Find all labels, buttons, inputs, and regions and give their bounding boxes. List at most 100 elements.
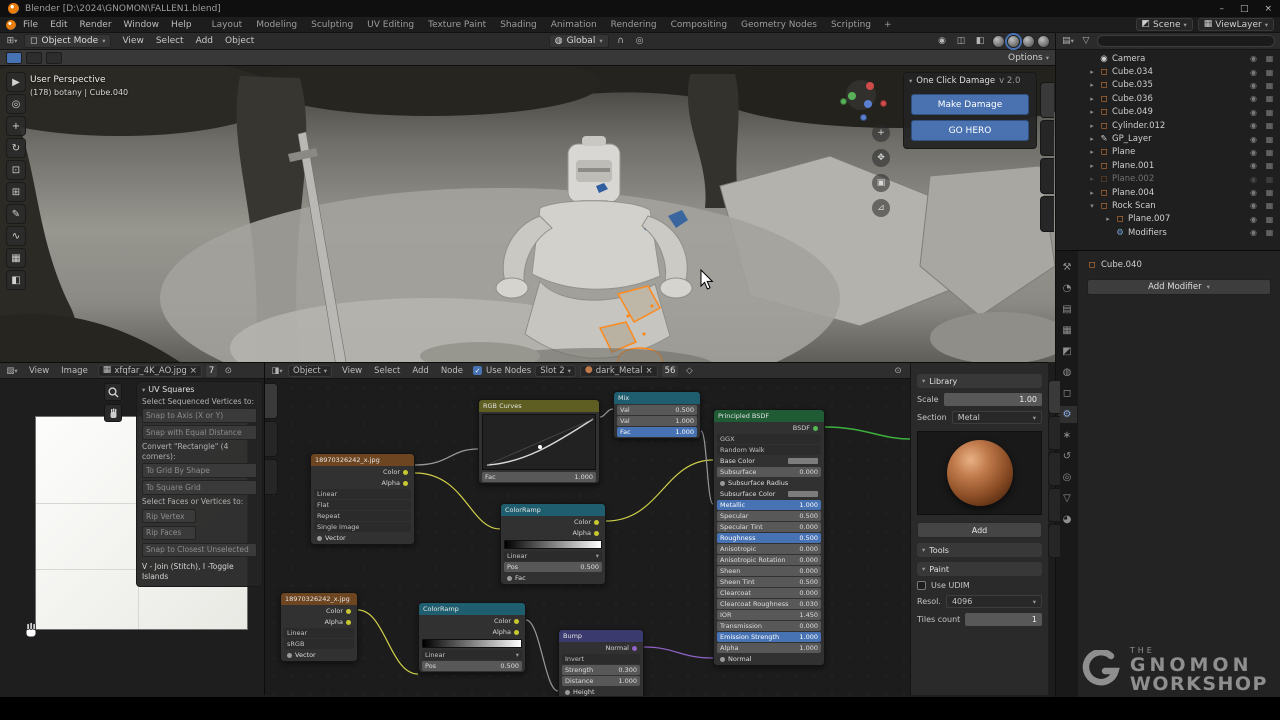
xray-icon[interactable]: ◧	[973, 36, 987, 46]
show-gizmo-icon[interactable]: ◉	[935, 36, 949, 46]
node-row[interactable]: Color	[314, 467, 411, 477]
sidebar-tab[interactable]	[1048, 488, 1060, 522]
properties-tab[interactable]: ◔	[1058, 280, 1077, 297]
node-row[interactable]: Fac	[504, 573, 602, 583]
disable-render-icon[interactable]: ▦	[1263, 54, 1276, 63]
workspace-tab[interactable]: Geometry Nodes	[734, 19, 824, 31]
panel-collapse-icon[interactable]: ▾	[142, 386, 145, 394]
properties-tab[interactable]: ⚙	[1058, 406, 1077, 423]
disable-render-icon[interactable]: ▦	[1263, 161, 1276, 170]
add-workspace-button[interactable]: +	[879, 19, 897, 31]
scale-slider[interactable]: 1.00	[944, 393, 1042, 406]
navigation-gizmo[interactable]	[846, 80, 876, 110]
mix-node[interactable]: Mix Val0.500Val1.000Fac1.000	[613, 391, 701, 439]
expand-icon[interactable]: ▸	[1088, 135, 1096, 143]
proportional-editing-icon[interactable]: ◎	[633, 36, 647, 46]
outliner-row[interactable]: ▸ ◻ Cube.049 ◉ ▦	[1084, 106, 1280, 119]
colorramp-node[interactable]: ColorRamp Color Alpha Linear▾ Pos0.500	[418, 602, 526, 673]
shader-type-selector[interactable]: Object▾	[288, 365, 332, 377]
outliner-row[interactable]: ▸ ◻ Plane.002 ◉ ▦	[1084, 173, 1280, 186]
node-row[interactable]: Sheen Tint0.500	[717, 577, 821, 587]
node-row[interactable]: Val0.500	[617, 405, 697, 415]
node-row[interactable]: Normal	[717, 654, 821, 664]
snap-magnet-icon[interactable]: ∩	[614, 36, 628, 46]
expand-icon[interactable]: ▸	[1088, 81, 1096, 89]
axis-y-icon[interactable]	[848, 92, 856, 100]
menubar-menu[interactable]: File	[17, 19, 44, 31]
expand-icon[interactable]: ▸	[1088, 175, 1096, 183]
minimize-button[interactable]: –	[1219, 4, 1224, 14]
node-row[interactable]: Single Image	[314, 522, 411, 532]
axis-z-icon[interactable]	[864, 100, 872, 108]
camera-view-icon[interactable]: ▣	[872, 174, 890, 192]
add-button[interactable]: Add	[917, 522, 1042, 538]
go-hero-button[interactable]: GO HERO	[911, 120, 1029, 141]
outliner-editor-icon[interactable]: ▤▾	[1061, 36, 1075, 46]
zoom-icon[interactable]: +	[872, 124, 890, 142]
node-row[interactable]: Alpha	[422, 627, 522, 637]
uv-squares-item[interactable]: To Grid By Shape	[142, 463, 257, 477]
shader-editor-icon[interactable]: ◨▾	[270, 366, 284, 376]
node-row[interactable]: Random Walk	[717, 445, 821, 455]
tweak-tool-icon[interactable]	[6, 52, 22, 64]
expand-icon[interactable]: ▸	[1088, 95, 1096, 103]
library-section-header[interactable]: ▾Library	[917, 374, 1042, 388]
sidebar-tab[interactable]	[1040, 82, 1054, 118]
shader-editor[interactable]: ◨▾ Object▾ ViewSelectAddNode ✓ Use Nodes…	[265, 362, 910, 695]
hide-viewport-icon[interactable]: ◉	[1247, 228, 1260, 237]
sidebar-tab[interactable]	[1048, 524, 1060, 558]
disable-render-icon[interactable]: ▦	[1263, 94, 1276, 103]
node-row[interactable]: Val1.000	[617, 416, 697, 426]
shader-editor-menu[interactable]: Select	[368, 365, 406, 377]
disable-render-icon[interactable]: ▦	[1263, 148, 1276, 157]
uv-editor-menu[interactable]: View	[23, 365, 55, 377]
tiles-count-field[interactable]: 1	[965, 613, 1042, 626]
hide-viewport-icon[interactable]: ◉	[1247, 201, 1260, 210]
node-row[interactable]: Clearcoat0.000	[717, 588, 821, 598]
resolution-dropdown[interactable]: 4096▾	[946, 595, 1042, 608]
material-datablock[interactable]: ● dark_Metal ×	[580, 365, 658, 377]
properties-tab[interactable]: ▦	[1058, 322, 1077, 339]
node-row[interactable]: Fac1.000	[617, 427, 697, 437]
make-damage-button[interactable]: Make Damage	[911, 94, 1029, 115]
node-row[interactable]: Roughness0.500	[717, 533, 821, 543]
object-name[interactable]: Cube.034	[1112, 67, 1153, 77]
sidebar-tab[interactable]	[1048, 380, 1060, 414]
colorramp-gradient[interactable]	[504, 540, 602, 549]
users-count-badge[interactable]: 56	[662, 365, 679, 377]
disable-render-icon[interactable]: ▦	[1263, 108, 1276, 117]
rendered-shading-icon[interactable]	[1037, 35, 1050, 48]
node-row[interactable]: Invert	[562, 654, 640, 664]
uv-squares-item[interactable]: Convert "Rectangle" (4 corners):	[142, 442, 257, 461]
disable-render-icon[interactable]: ▦	[1263, 121, 1276, 130]
transform-orientation-selector[interactable]: ◍Global▾	[549, 34, 609, 48]
outliner-row[interactable]: ⚙ Modifiers ◉ ▦	[1084, 226, 1280, 239]
node-row[interactable]: Subsurface0.000	[717, 467, 821, 477]
properties-tab[interactable]: ∗	[1058, 427, 1077, 444]
node-row[interactable]: Linear	[284, 628, 354, 638]
object-name[interactable]: GP_Layer	[1112, 134, 1152, 144]
hide-viewport-icon[interactable]: ◉	[1247, 121, 1260, 130]
viewport-tool-button[interactable]: ✎	[6, 204, 26, 224]
mode-selector[interactable]: ◻Object Mode▾	[24, 34, 111, 48]
viewport-tool-button[interactable]: ∿	[6, 226, 26, 246]
frame-number[interactable]: 7	[206, 365, 217, 377]
expand-icon[interactable]: ▸	[1088, 162, 1096, 170]
properties-tab[interactable]: ◍	[1058, 364, 1077, 381]
uv-squares-item[interactable]: V - Join (Stitch), I -Toggle Islands	[142, 562, 257, 581]
sidebar-tab[interactable]	[265, 421, 278, 457]
disable-render-icon[interactable]: ▦	[1263, 81, 1276, 90]
overlays-icon[interactable]: ◫	[954, 36, 968, 46]
uv-squares-item[interactable]: Snap to Closest Unselected	[142, 543, 257, 557]
viewport-menu[interactable]: Add	[190, 35, 219, 47]
menubar-menu[interactable]: Help	[165, 19, 198, 31]
panel-collapse-icon[interactable]: ▾	[909, 77, 912, 85]
workspace-tab[interactable]: Animation	[544, 19, 604, 31]
solid-shading-icon[interactable]	[1007, 35, 1020, 48]
node-graph[interactable]: 18970326242_x.jpg ColorAlphaLinearFlatRe…	[265, 379, 910, 696]
object-name[interactable]: Camera	[1112, 54, 1145, 64]
node-row[interactable]: Color	[284, 606, 354, 616]
node-row[interactable]: Pos0.500	[422, 661, 522, 671]
hide-viewport-icon[interactable]: ◉	[1247, 54, 1260, 63]
uv-image-editor[interactable]: ▨▾ ViewImage ▦ xfqfar_4K_AO.jpg × 7 ⊙	[0, 362, 265, 695]
